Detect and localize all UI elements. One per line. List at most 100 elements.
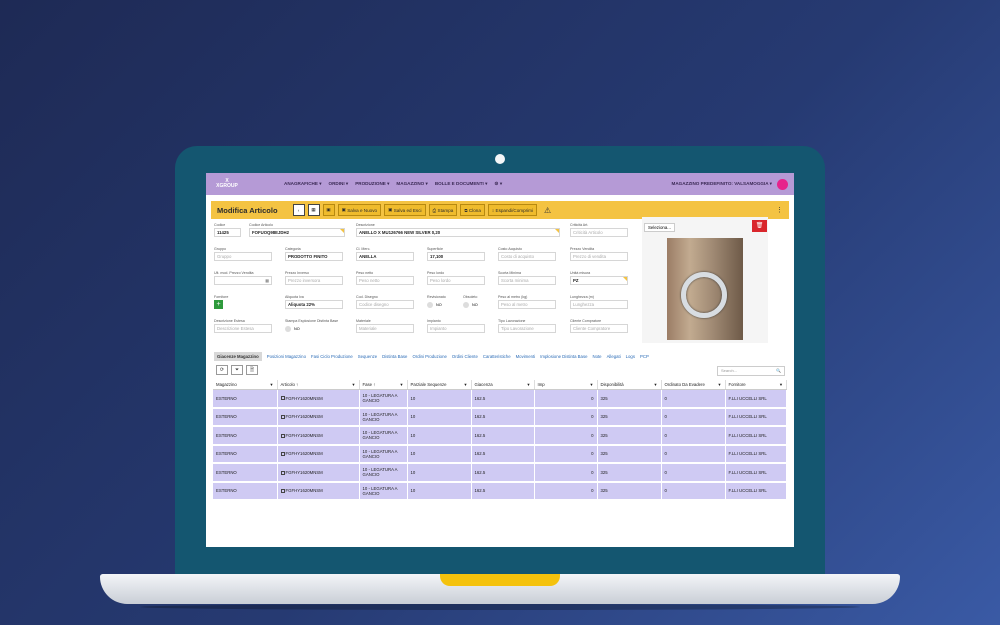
ult-mod-date-input[interactable]: ▦ [214, 276, 272, 285]
lunghezza-input[interactable]: Lunghezza [570, 300, 628, 309]
trash-icon[interactable]: 🗑 [752, 220, 767, 232]
tab-logs[interactable]: Logs [626, 354, 635, 359]
filter-icon[interactable]: ▼ [654, 382, 658, 387]
tab-allegati[interactable]: Allegati [607, 354, 621, 359]
revisionato-toggle[interactable]: NO [427, 300, 461, 309]
warehouse-selector[interactable]: MAGAZZINO PREDEFINITO: VALSAMOGGIA ▾ [672, 181, 772, 187]
warning-icon[interactable]: ⚠ [544, 206, 551, 215]
cl-merc-select[interactable]: ANELLA [356, 252, 414, 261]
menu-ordini[interactable]: ORDINI ▾ [329, 181, 349, 187]
tab-distinta-base[interactable]: Distinta Base [382, 354, 407, 359]
avatar[interactable] [777, 178, 788, 190]
tab-ordini-produzione[interactable]: Ordini Produzione [412, 354, 446, 359]
obsoleto-toggle[interactable]: NO [463, 300, 497, 309]
search-input[interactable]: Search... 🔍 [717, 366, 785, 376]
tab-ordini-cliente[interactable]: Ordini Cliente [452, 354, 478, 359]
export-icon[interactable]: 🗎 [246, 365, 258, 375]
tab-fasi-ciclo-produzione[interactable]: Fasi Ciclo Produzione [311, 354, 353, 359]
desc-estesa-input[interactable]: Descrizione Estesa [214, 324, 272, 333]
filter-icon[interactable]: ▼ [270, 382, 274, 387]
edit-icon[interactable] [280, 415, 285, 420]
filter-icon[interactable]: ▼ [527, 382, 531, 387]
table-row[interactable]: ESTERNO FGFHY1620MNSM 10 - LEGATURA A GANC… [213, 426, 787, 446]
col-fornitore[interactable]: Fornitore ▼ [725, 380, 787, 390]
tab-pcp[interactable]: PCP [640, 354, 649, 359]
menu-produzione[interactable]: PRODUZIONE ▾ [355, 181, 389, 187]
col-giacenza[interactable]: Giacenza ▼ [471, 380, 535, 390]
print-button[interactable]: ⎙ Stampa [428, 204, 458, 216]
gruppo-select[interactable]: Gruppo [214, 252, 272, 261]
table-row[interactable]: ESTERNO FGFHY1620MNSM 10 - LEGATURA A GANC… [213, 389, 787, 409]
filter-icon[interactable]: ▼ [352, 382, 356, 387]
table-row[interactable]: ESTERNO FGFHY1620MNSM 10 - LEGATURA A GANC… [213, 444, 787, 464]
prezzo-vendita-input[interactable]: Prezzo di vendita [570, 252, 628, 261]
codice-articolo-input[interactable]: FOFUOQ98EJDH2 [249, 228, 345, 237]
menu-anagrafiche[interactable]: ANAGRAFICHE ▾ [284, 181, 322, 187]
col-fase[interactable]: Fase ↑ ▼ [359, 380, 408, 390]
filter-icon[interactable]: ▼ [590, 382, 594, 387]
filter-icon[interactable]: ▼ [779, 382, 783, 387]
col-articolo[interactable]: Articolo ↑ ▼ [277, 380, 360, 390]
save-icon[interactable]: ▣ [322, 204, 335, 216]
aliquota-select[interactable]: Aliquota 22% [285, 300, 343, 309]
col-magazzino[interactable]: Magazzino ▼ [213, 380, 278, 390]
filter-icon[interactable]: ⏷ [231, 365, 243, 375]
costo-acquisto-input[interactable]: Costo di acquisto [498, 252, 556, 261]
add-fornitore-button[interactable]: + [214, 300, 223, 309]
peso-metro-input[interactable]: Peso al metro [498, 300, 556, 309]
more-icon[interactable]: ⋮ [776, 206, 783, 214]
tab-caratteristiche[interactable]: Caratteristiche [483, 354, 511, 359]
refresh-icon[interactable]: ⟳ [216, 365, 228, 375]
edit-icon[interactable] [280, 452, 285, 457]
col-parziale-sequenze[interactable]: Parziale Sequenze ▼ [407, 380, 472, 390]
prezzo-inverso-input[interactable]: Prezzo inversora [285, 276, 343, 285]
scorta-minima-input[interactable]: Scorta minima [498, 276, 556, 285]
save-exit-button[interactable]: ▣ Salva ed Esci [384, 204, 426, 216]
col-ordinato[interactable]: Ordinato Da Evadere ▼ [661, 380, 726, 390]
filter-icon[interactable]: ▼ [400, 382, 404, 387]
criticita-select[interactable]: Criticità Articolo [570, 228, 628, 237]
tab-implosione-distinta-base[interactable]: Implosione Distinta Base [540, 354, 587, 359]
menu-bolle-documenti[interactable]: BOLLE E DOCUMENTI ▾ [435, 181, 488, 187]
back-button[interactable]: ‹ [292, 204, 305, 216]
table-row[interactable]: ESTERNO FGFHY1620MNSM 10 - LEGATURA A GANC… [213, 463, 787, 483]
search-icon[interactable]: 🔍 [776, 367, 781, 375]
descrizione-input[interactable]: ANELLO X MU126766 NEW SILVER 0,20 [356, 228, 560, 237]
filter-icon[interactable]: ▼ [718, 382, 722, 387]
table-row[interactable]: ESTERNO FGFHY1620MNSM 10 - LEGATURA A GANC… [213, 481, 787, 501]
expand-button[interactable]: ↕ Espandi/Comprimi [487, 204, 538, 216]
tab-note[interactable]: Note [592, 354, 601, 359]
menu-magazzino[interactable]: MAGAZZINO ▾ [396, 181, 427, 187]
edit-icon[interactable] [280, 470, 285, 475]
select-image-button[interactable]: Seleziona... [644, 223, 675, 232]
impianto-select[interactable]: Impianto [427, 324, 485, 333]
cod-disegno-input[interactable]: Codice disegno [356, 300, 414, 309]
tab-giacenze-magazzino[interactable]: Giacenze Magazzino [214, 352, 262, 361]
peso-lordo-input[interactable]: Peso lordo [427, 276, 485, 285]
col-disponibilita[interactable]: Disponibilità ▼ [597, 380, 662, 390]
tab-sequenze[interactable]: Sequenze [358, 354, 377, 359]
table-row[interactable]: ESTERNO FGFHY1620MNSM 10 - LEGATURA A GANC… [213, 407, 787, 427]
menu-settings[interactable]: ⚙ ▾ [494, 181, 502, 187]
unita-misura-select[interactable]: PZ [570, 276, 628, 285]
col-imp[interactable]: Imp ▼ [534, 380, 598, 390]
edit-icon[interactable] [280, 433, 285, 438]
categoria-select[interactable]: PRODOTTO FINITO [285, 252, 343, 261]
save-new-button[interactable]: ▣ Salva e Nuovo [337, 204, 382, 216]
materiale-select[interactable]: Materiale [356, 324, 414, 333]
codice-input[interactable]: 11425 [214, 228, 241, 237]
clone-button[interactable]: ⧉ Clona [460, 204, 485, 216]
cliente-compratore-input[interactable]: Cliente Compratore [570, 324, 628, 333]
edit-icon[interactable] [280, 489, 285, 494]
tipo-lavorazione-select[interactable]: Tipo Lavorazione [498, 324, 556, 333]
superficie-input[interactable]: 17,100 [427, 252, 485, 261]
filter-icon[interactable]: ▼ [464, 382, 468, 387]
peso-netto-input[interactable]: Peso netto [356, 276, 414, 285]
stampa-esplosione-toggle[interactable]: NO [285, 324, 343, 333]
calendar-icon[interactable]: ▦ [265, 277, 269, 284]
app-logo[interactable]: X XGROUP [212, 179, 242, 189]
tab-movimenti[interactable]: Movimenti [516, 354, 536, 359]
edit-icon[interactable] [280, 396, 285, 401]
list-icon[interactable]: ▦ [307, 204, 320, 216]
tab-posizioni-magazzino[interactable]: Posizioni Magazzino [267, 354, 306, 359]
